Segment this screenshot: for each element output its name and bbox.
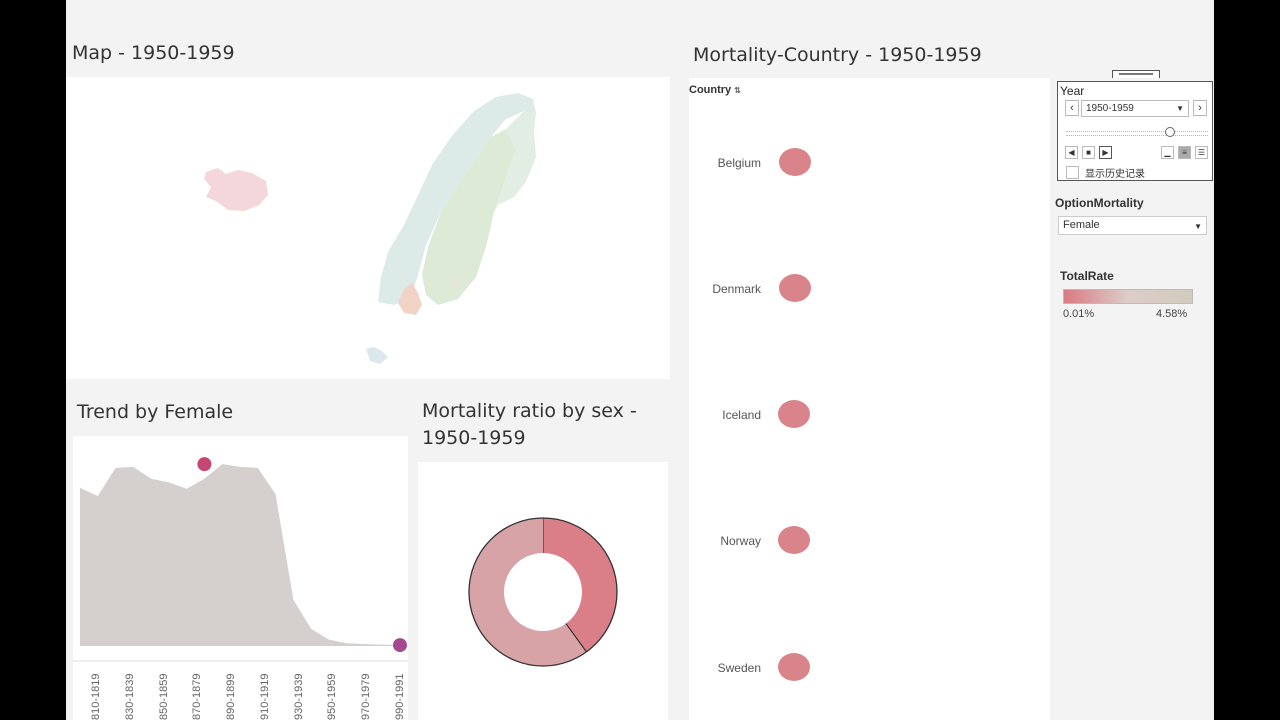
country-mark-sweden[interactable] <box>778 653 810 681</box>
option-mortality-select[interactable]: Female ▼ <box>1058 216 1207 235</box>
year-label: Year <box>1060 84 1085 98</box>
country-title: Mortality-Country - 1950-1959 <box>693 44 982 66</box>
trend-x-tick: 850-1859 <box>157 673 170 720</box>
chevron-right-icon[interactable]: › <box>1193 100 1207 116</box>
stop-icon[interactable]: ■ <box>1082 146 1095 159</box>
sort-icon[interactable]: ⇅ <box>734 86 741 95</box>
option-mortality-value: Female <box>1063 219 1100 231</box>
show-history-checkbox[interactable] <box>1066 166 1079 179</box>
year-slider-knob[interactable] <box>1165 127 1175 137</box>
total-rate-legend-title: TotalRate <box>1060 269 1114 283</box>
trend-panel: 810-1819 830-1839 850-1859 870-1879 890-1899… <box>73 436 408 720</box>
year-select[interactable]: 1950-1959 ▼ <box>1081 100 1189 117</box>
belgium-shape[interactable] <box>366 347 388 364</box>
country-mark-denmark[interactable] <box>779 274 811 302</box>
caret-down-icon: ▼ <box>1176 104 1184 113</box>
donut-panel <box>418 462 668 720</box>
trend-x-tick: 810-1819 <box>90 673 102 720</box>
map-svg <box>204 93 536 364</box>
caret-down-icon: ▼ <box>1194 222 1202 231</box>
trend-highlight-point[interactable] <box>393 638 407 653</box>
year-select-value: 1950-1959 <box>1086 103 1134 114</box>
show-history-label: 显示历史记录 <box>1085 169 1145 180</box>
trend-x-tick: 830-1839 <box>123 673 136 720</box>
dashboard-canvas: Map - 1950-1959 Mortality-Country - 1950… <box>66 0 1214 720</box>
trend-highlight-point[interactable] <box>197 457 212 472</box>
chevron-left-icon[interactable]: ‹ <box>1065 100 1079 116</box>
country-label-iceland: Iceland <box>722 408 761 422</box>
speed-medium-icon[interactable]: ≡ <box>1178 146 1191 159</box>
ratio-title-line1: Mortality ratio by sex - <box>422 400 637 422</box>
country-header-label: Country <box>689 84 732 96</box>
map-panel[interactable] <box>66 77 670 379</box>
trend-x-tick: 930-1939 <box>292 673 305 720</box>
country-header[interactable]: Country ⇅ <box>689 84 741 96</box>
country-mark-iceland[interactable] <box>778 400 810 428</box>
card-drag-handle[interactable] <box>1112 70 1160 78</box>
donut-chart <box>468 517 618 667</box>
country-label-norway: Norway <box>720 534 761 548</box>
year-filter-card: Year ‹ 1950-1959 ▼ › ◀ ■ ▶ ▁ ≡ ☰ 显示历史记录 <box>1057 81 1213 181</box>
speed-fast-icon[interactable]: ☰ <box>1195 146 1208 159</box>
trend-x-tick: 990-1991 <box>394 673 406 720</box>
country-label-sweden: Sweden <box>717 661 761 675</box>
speed-slow-icon[interactable]: ▁ <box>1161 146 1174 159</box>
trend-title: Trend by Female <box>77 401 234 423</box>
play-forward-icon[interactable]: ▶ <box>1099 146 1112 159</box>
option-mortality-title: OptionMortality <box>1055 196 1144 210</box>
country-panel: Country ⇅ Belgium Denmark Iceland Norway … <box>689 78 1050 720</box>
total-rate-min: 0.01% <box>1063 308 1095 320</box>
trend-x-tick: 950-1959 <box>326 673 339 720</box>
trend-x-tick: 890-1899 <box>225 673 238 720</box>
trend-x-tick: 910-1919 <box>258 673 271 720</box>
country-mark-norway[interactable] <box>778 526 810 554</box>
trend-x-tick: 870-1879 <box>191 673 204 720</box>
ratio-title-line2: 1950-1959 <box>422 427 526 449</box>
trend-x-tick: 970-1979 <box>360 673 373 720</box>
country-label-belgium: Belgium <box>717 156 761 170</box>
country-mark-belgium[interactable] <box>779 148 811 176</box>
total-rate-max: 4.58% <box>1156 308 1188 320</box>
play-backward-icon[interactable]: ◀ <box>1065 146 1078 159</box>
total-rate-gradient <box>1063 289 1193 304</box>
year-slider-track[interactable] <box>1066 131 1208 136</box>
iceland-shape[interactable] <box>204 168 268 211</box>
trend-area <box>80 464 400 646</box>
map-title: Map - 1950-1959 <box>72 42 235 64</box>
country-label-denmark: Denmark <box>712 282 761 296</box>
